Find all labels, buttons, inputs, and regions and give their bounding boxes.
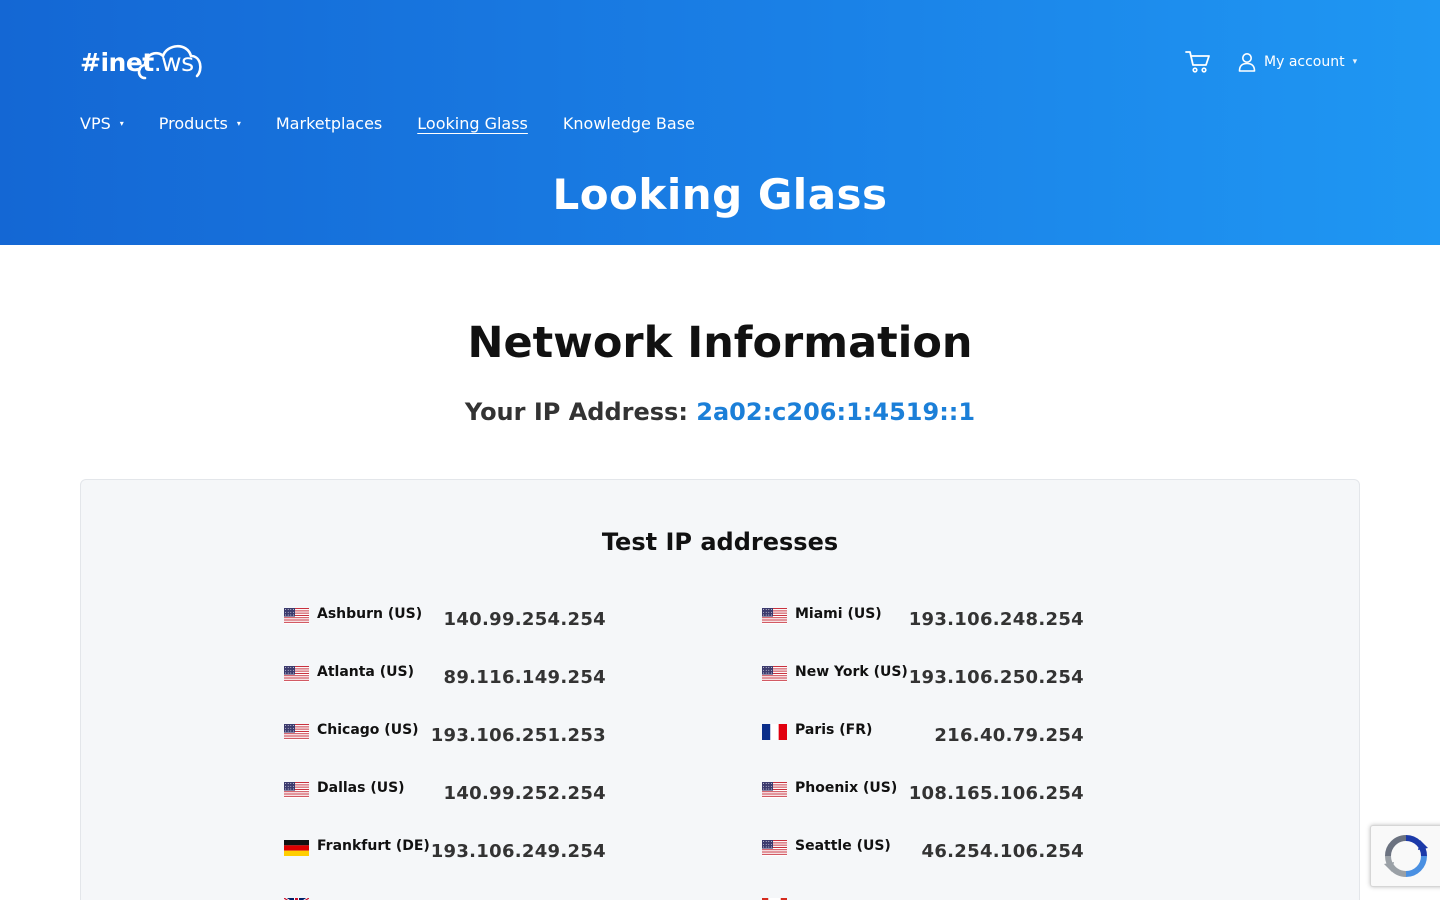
location-name: Chicago (US) xyxy=(317,722,419,738)
test-location-row xyxy=(762,896,1092,900)
my-account-button[interactable]: My account ▾ xyxy=(1238,52,1357,72)
location-ip[interactable]: 193.106.251.253 xyxy=(431,725,606,746)
main-nav: VPS ▾ Products ▾ Marketplaces Looking Gl… xyxy=(80,114,730,133)
test-location-row: Atlanta (US) 89.116.149.254 xyxy=(284,664,614,694)
us-flag-icon xyxy=(284,724,309,740)
nav-item-vps[interactable]: VPS ▾ xyxy=(80,114,124,133)
test-location-row: Paris (FR) 216.40.79.254 xyxy=(762,722,1092,752)
site-logo[interactable]: #inet.ws xyxy=(80,40,205,84)
location-ip[interactable]: 193.106.249.254 xyxy=(431,841,606,862)
location-ip[interactable]: 89.116.149.254 xyxy=(444,667,606,688)
page-title: Looking Glass xyxy=(552,170,888,219)
location-name: Ashburn (US) xyxy=(317,606,423,622)
us-flag-icon xyxy=(284,608,309,624)
nav-item-knowledge-base[interactable]: Knowledge Base xyxy=(563,114,695,133)
test-location-row xyxy=(284,896,614,900)
location-ip[interactable]: 193.106.250.254 xyxy=(909,667,1084,688)
location-name: Miami (US) xyxy=(795,606,882,622)
test-location-row: Ashburn (US) 140.99.254.254 xyxy=(284,606,614,636)
test-location-row: Frankfurt (DE) 193.106.249.254 xyxy=(284,838,614,868)
de-flag-icon xyxy=(284,840,309,856)
location-name: Seattle (US) xyxy=(795,838,891,854)
location-ip[interactable]: 140.99.252.254 xyxy=(444,783,606,804)
location-name: Atlanta (US) xyxy=(317,664,415,680)
panel-title: Test IP addresses xyxy=(601,528,839,556)
chevron-down-icon: ▾ xyxy=(119,119,124,128)
test-ip-panel: Test IP addresses Ashburn (US) 140.99.254… xyxy=(80,479,1360,900)
test-location-row: Seattle (US) 46.254.106.254 xyxy=(762,838,1092,868)
cart-icon xyxy=(1185,51,1210,73)
nav-item-products[interactable]: Products ▾ xyxy=(159,114,241,133)
us-flag-icon xyxy=(762,666,787,682)
section-title: Network Information xyxy=(467,318,973,368)
location-name: Paris (FR) xyxy=(795,722,873,738)
ip-value: 2a02:c206:1:4519::1 xyxy=(696,398,976,426)
location-name: New York (US) xyxy=(795,664,908,680)
location-ip[interactable]: 140.99.254.254 xyxy=(444,609,606,630)
test-location-row: Chicago (US) 193.106.251.253 xyxy=(284,722,614,752)
location-name: Frankfurt (DE) xyxy=(317,838,430,854)
location-ip[interactable]: 108.165.106.254 xyxy=(909,783,1084,804)
location-name: Phoenix (US) xyxy=(795,780,898,796)
us-flag-icon xyxy=(284,666,309,682)
nav-item-marketplaces[interactable]: Marketplaces xyxy=(276,114,382,133)
test-location-row: New York (US) 193.106.250.254 xyxy=(762,664,1092,694)
recaptcha-badge[interactable] xyxy=(1370,825,1440,887)
user-icon xyxy=(1238,53,1256,72)
us-flag-icon xyxy=(762,840,787,856)
location-ip[interactable]: 46.254.106.254 xyxy=(922,841,1084,862)
test-location-row: Dallas (US) 140.99.252.254 xyxy=(284,780,614,810)
us-flag-icon xyxy=(762,782,787,798)
nav-item-looking-glass[interactable]: Looking Glass xyxy=(417,114,528,133)
location-ip[interactable]: 193.106.248.254 xyxy=(909,609,1084,630)
test-location-row: Miami (US) 193.106.248.254 xyxy=(762,606,1092,636)
header-hero: #inet.ws My account ▾ VPS ▾ Products ▾ M… xyxy=(0,0,1440,245)
your-ip-address: Your IP Address: 2a02:c206:1:4519::1 xyxy=(0,398,1440,426)
test-location-row: Phoenix (US) 108.165.106.254 xyxy=(762,780,1092,810)
us-flag-icon xyxy=(762,608,787,624)
chevron-down-icon: ▾ xyxy=(236,119,241,128)
cart-button[interactable] xyxy=(1185,50,1211,74)
chevron-down-icon: ▾ xyxy=(1352,57,1358,67)
logo-wordmark: #inet.ws xyxy=(80,47,194,77)
location-name: Dallas (US) xyxy=(317,780,405,796)
us-flag-icon xyxy=(284,782,309,798)
recaptcha-icon xyxy=(1384,835,1428,877)
my-account-label: My account xyxy=(1264,54,1345,70)
fr-flag-icon xyxy=(762,724,787,740)
location-ip[interactable]: 216.40.79.254 xyxy=(934,725,1084,746)
ip-label: Your IP Address: xyxy=(464,398,697,426)
